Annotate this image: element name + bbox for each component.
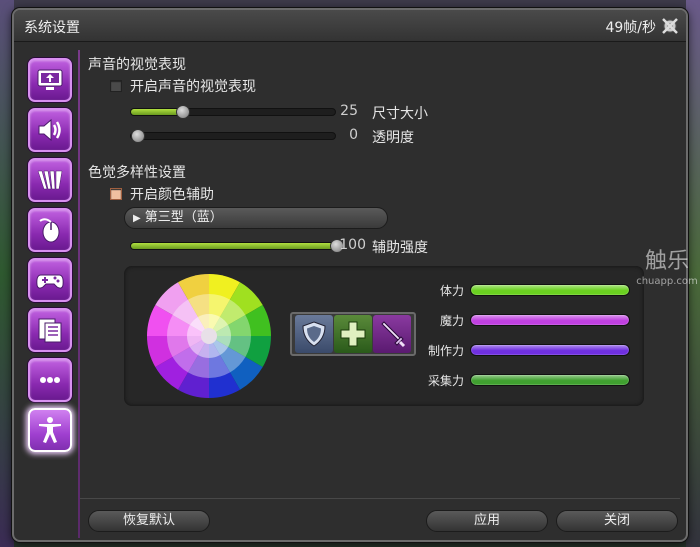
ellipsis-icon — [40, 377, 60, 383]
cross-icon — [340, 321, 366, 347]
sidebar-item-sound[interactable] — [28, 108, 72, 152]
assist-strength-value: 100 — [339, 237, 366, 253]
filter-type-dropdown[interactable]: ▶ 第三型（蓝） — [124, 207, 388, 229]
monitor-arrow-icon — [37, 69, 63, 90]
accessibility-icon — [39, 417, 61, 443]
color-assist-checkbox-label: 开启颜色辅助 — [130, 187, 214, 203]
size-slider[interactable] — [130, 105, 336, 119]
sword-icon — [381, 321, 406, 348]
color-wheel-center — [201, 328, 217, 344]
color-wheel — [147, 274, 271, 398]
color-assist-checkbox[interactable] — [110, 188, 122, 200]
color-assist-checkbox-row[interactable]: 开启颜色辅助 — [110, 184, 214, 204]
sidebar — [20, 54, 78, 540]
gear-close-icon[interactable] — [660, 16, 680, 36]
panels-icon — [37, 170, 63, 190]
opacity-slider-knob[interactable] — [131, 129, 145, 143]
sidebar-item-display[interactable] — [28, 58, 72, 102]
sound-visual-checkbox-row[interactable]: 开启声音的视觉表现 — [110, 76, 256, 96]
stat-bar — [470, 374, 630, 386]
healer-role — [333, 315, 372, 353]
assist-strength-label: 辅助强度 — [372, 240, 428, 256]
stat-label: 体力 — [439, 284, 464, 298]
assist-strength-slider[interactable] — [130, 239, 344, 253]
stat-label: 魔力 — [439, 314, 464, 328]
stat-bar — [470, 284, 630, 296]
stat-label: 采集力 — [427, 374, 464, 388]
documents-icon — [38, 318, 62, 343]
sidebar-item-mouse[interactable] — [28, 208, 72, 252]
gamepad-icon — [36, 274, 64, 289]
system-settings-window: 系统设置 49帧/秒 声音的视觉表现 开启声音的视觉表现 25 尺寸大小 0 透… — [12, 8, 688, 542]
sound-visual-checkbox[interactable] — [110, 80, 122, 92]
sidebar-item-more[interactable] — [28, 358, 72, 402]
section-title-color-vision: 色觉多样性设置 — [88, 165, 186, 181]
size-slider-knob[interactable] — [176, 105, 190, 119]
opacity-value: 0 — [349, 127, 358, 143]
assist-strength-fill — [131, 243, 337, 249]
tank-role — [294, 315, 333, 353]
stat-bar — [470, 344, 630, 356]
sidebar-item-documents[interactable] — [28, 308, 72, 352]
mouse-icon — [39, 218, 60, 243]
watermark-main: 触乐 — [644, 249, 689, 274]
shield-icon — [302, 321, 326, 347]
role-icons-box — [290, 312, 416, 356]
section-title-sound-visual: 声音的视觉表现 — [88, 57, 186, 73]
color-preview-panel: 体力魔力制作力采集力 — [124, 266, 644, 406]
opacity-label: 透明度 — [372, 130, 414, 146]
opacity-slider[interactable] — [130, 129, 336, 143]
sidebar-item-accessibility[interactable] — [28, 408, 72, 452]
triangle-right-icon: ▶ — [133, 213, 141, 224]
window-title: 系统设置 — [24, 20, 80, 36]
sidebar-item-gamepad[interactable] — [28, 258, 72, 302]
speaker-icon — [38, 118, 61, 142]
stat-label: 制作力 — [427, 344, 464, 358]
sidebar-item-graphics[interactable] — [28, 158, 72, 202]
sound-visual-checkbox-label: 开启声音的视觉表现 — [130, 79, 256, 95]
reset-defaults-button[interactable]: 恢复默认 — [88, 510, 210, 532]
watermark: 触乐 chuapp.com — [636, 248, 698, 300]
dps-role — [373, 315, 412, 353]
apply-button[interactable]: 应用 — [426, 510, 548, 532]
fps-counter: 49帧/秒 — [605, 20, 656, 36]
filter-type-value: 第三型（蓝） — [144, 210, 223, 225]
close-button[interactable]: 关闭 — [556, 510, 678, 532]
size-label: 尺寸大小 — [372, 106, 428, 122]
watermark-sub: chuapp.com — [636, 276, 698, 287]
size-value: 25 — [340, 103, 358, 119]
titlebar: 系统设置 49帧/秒 — [14, 10, 686, 42]
footer-divider — [80, 498, 680, 499]
sidebar-divider — [78, 50, 80, 538]
stat-bar — [470, 314, 630, 326]
